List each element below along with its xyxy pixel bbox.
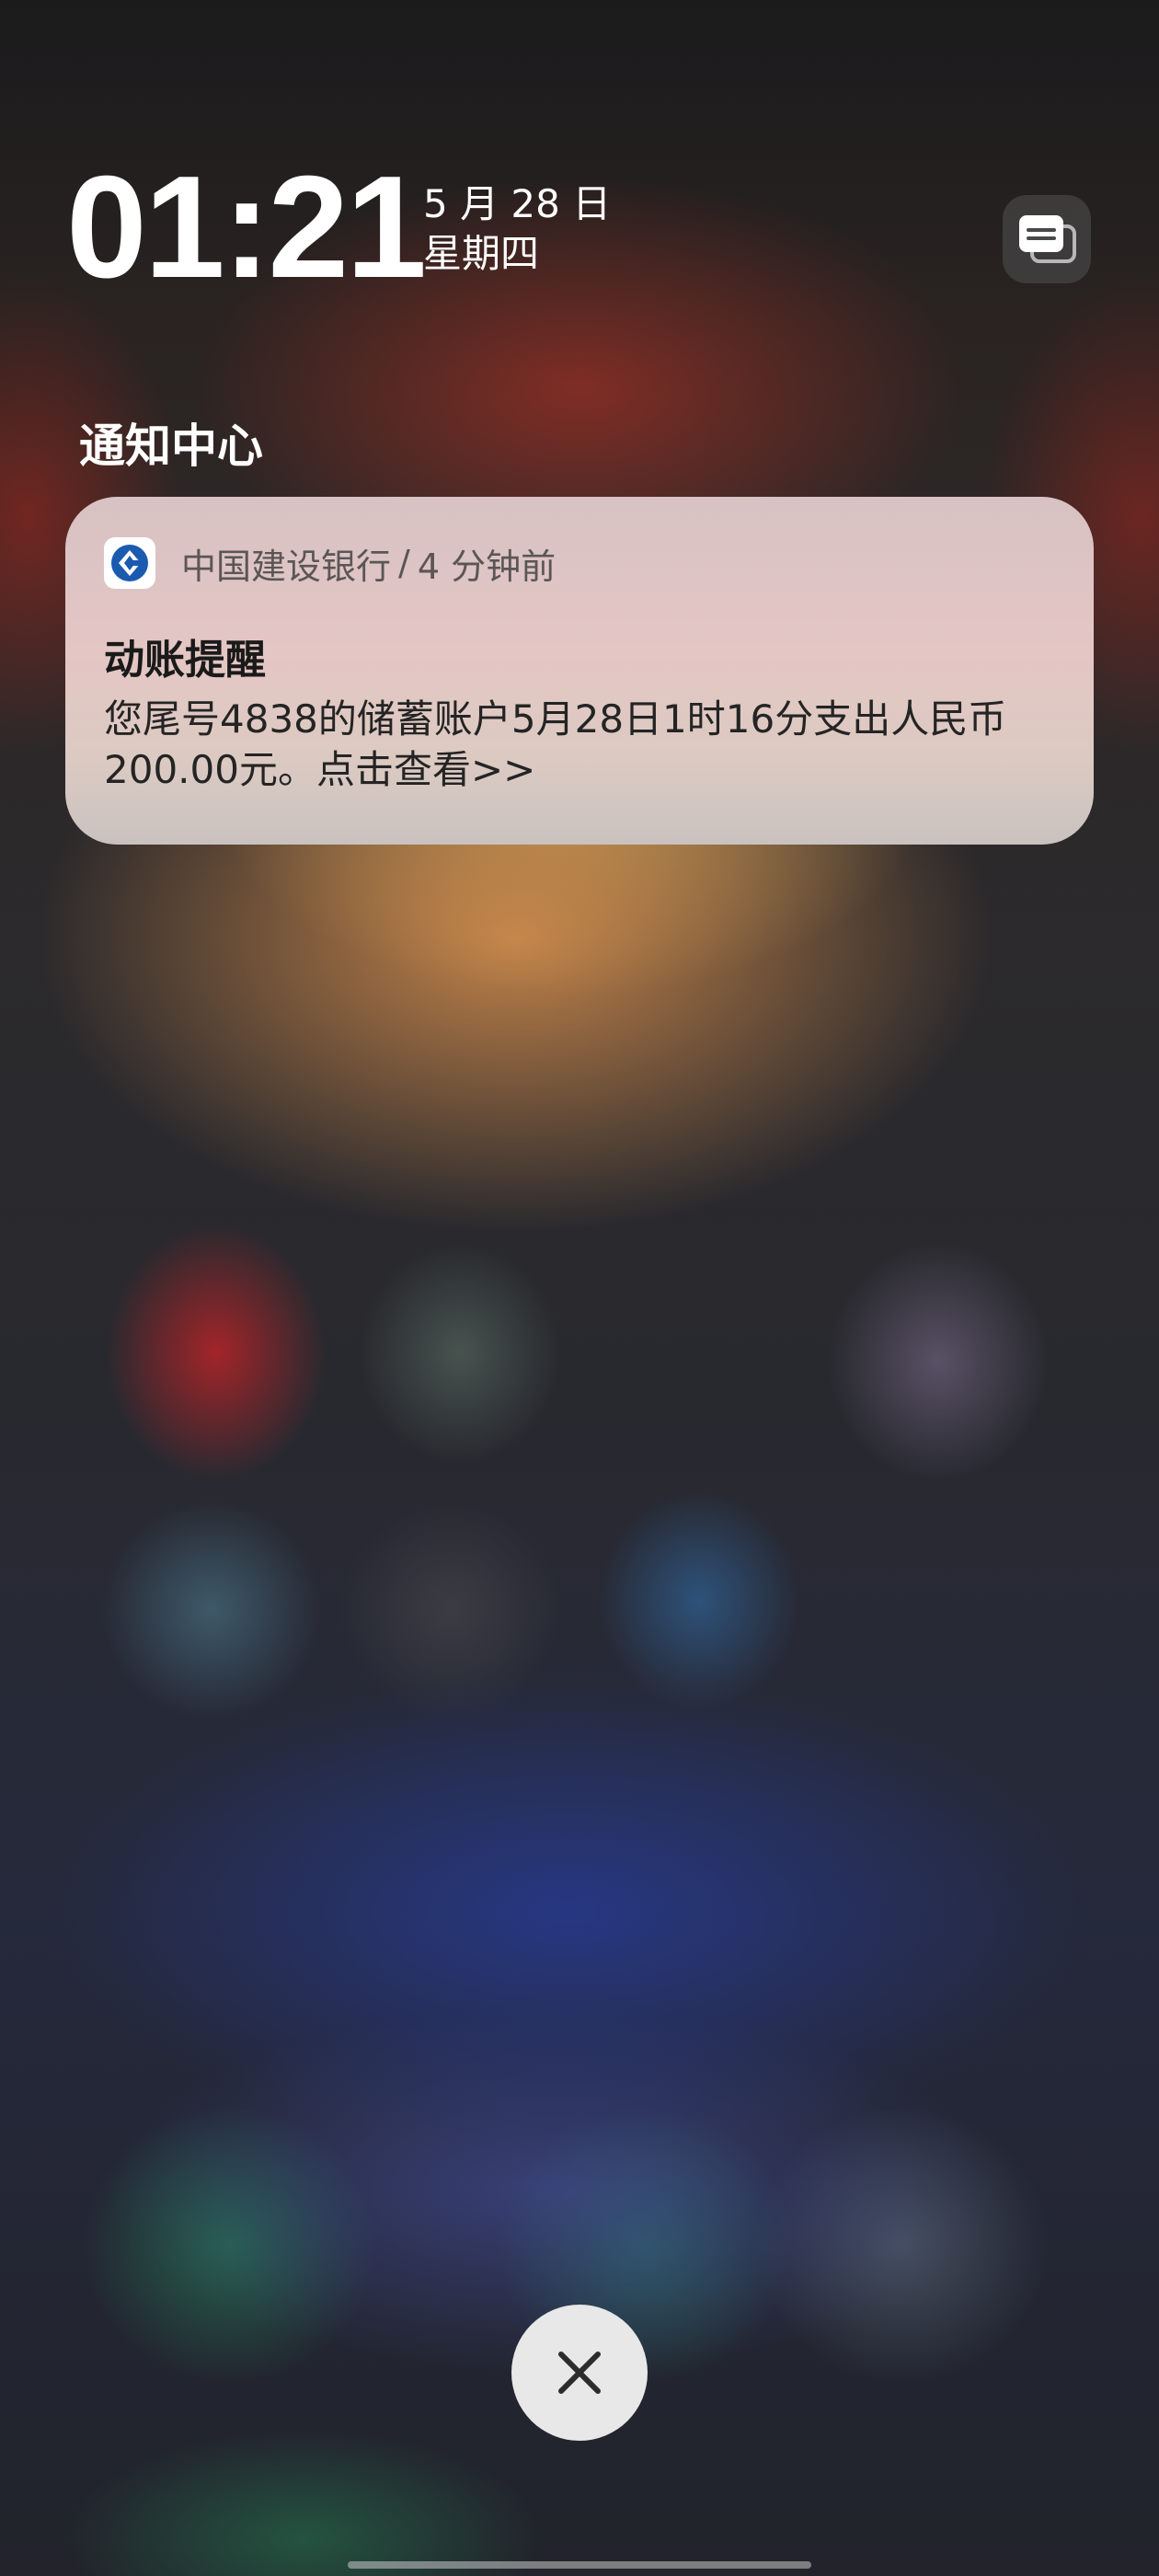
weekday-text: 星期四 [423, 231, 540, 276]
notification-card[interactable]: 中国建设银行 / 4 分钟前 动账提醒 您尾号4838的储蓄账户5月28日1时1… [65, 497, 1094, 845]
wallpaper-dim-overlay [0, 0, 1159, 2576]
notification-stack-icon [1019, 215, 1076, 263]
close-icon [558, 2352, 601, 2394]
close-button[interactable] [511, 2305, 648, 2441]
notification-time: 4 分钟前 [417, 546, 557, 587]
notification-header: 中国建设银行 / 4 分钟前 [181, 537, 556, 589]
ccb-logo-icon [111, 545, 148, 581]
date-block: 5 月 28 日 星期四 [423, 179, 611, 279]
app-name: 中国建设银行 [181, 546, 392, 587]
notification-title: 动账提醒 [104, 637, 266, 684]
app-icon-container [104, 537, 155, 589]
notification-center-title: 通知中心 [79, 420, 263, 473]
date-text: 5 月 28 日 [423, 181, 612, 226]
home-indicator[interactable] [348, 2561, 811, 2569]
header-separator: / [398, 543, 410, 583]
notification-stack-button[interactable] [1003, 195, 1091, 283]
lock-clock: 01:21 [66, 146, 427, 308]
notification-body: 您尾号4838的储蓄账户5月28日1时16分支出人民币200.00元。点击查看>… [104, 696, 1007, 792]
